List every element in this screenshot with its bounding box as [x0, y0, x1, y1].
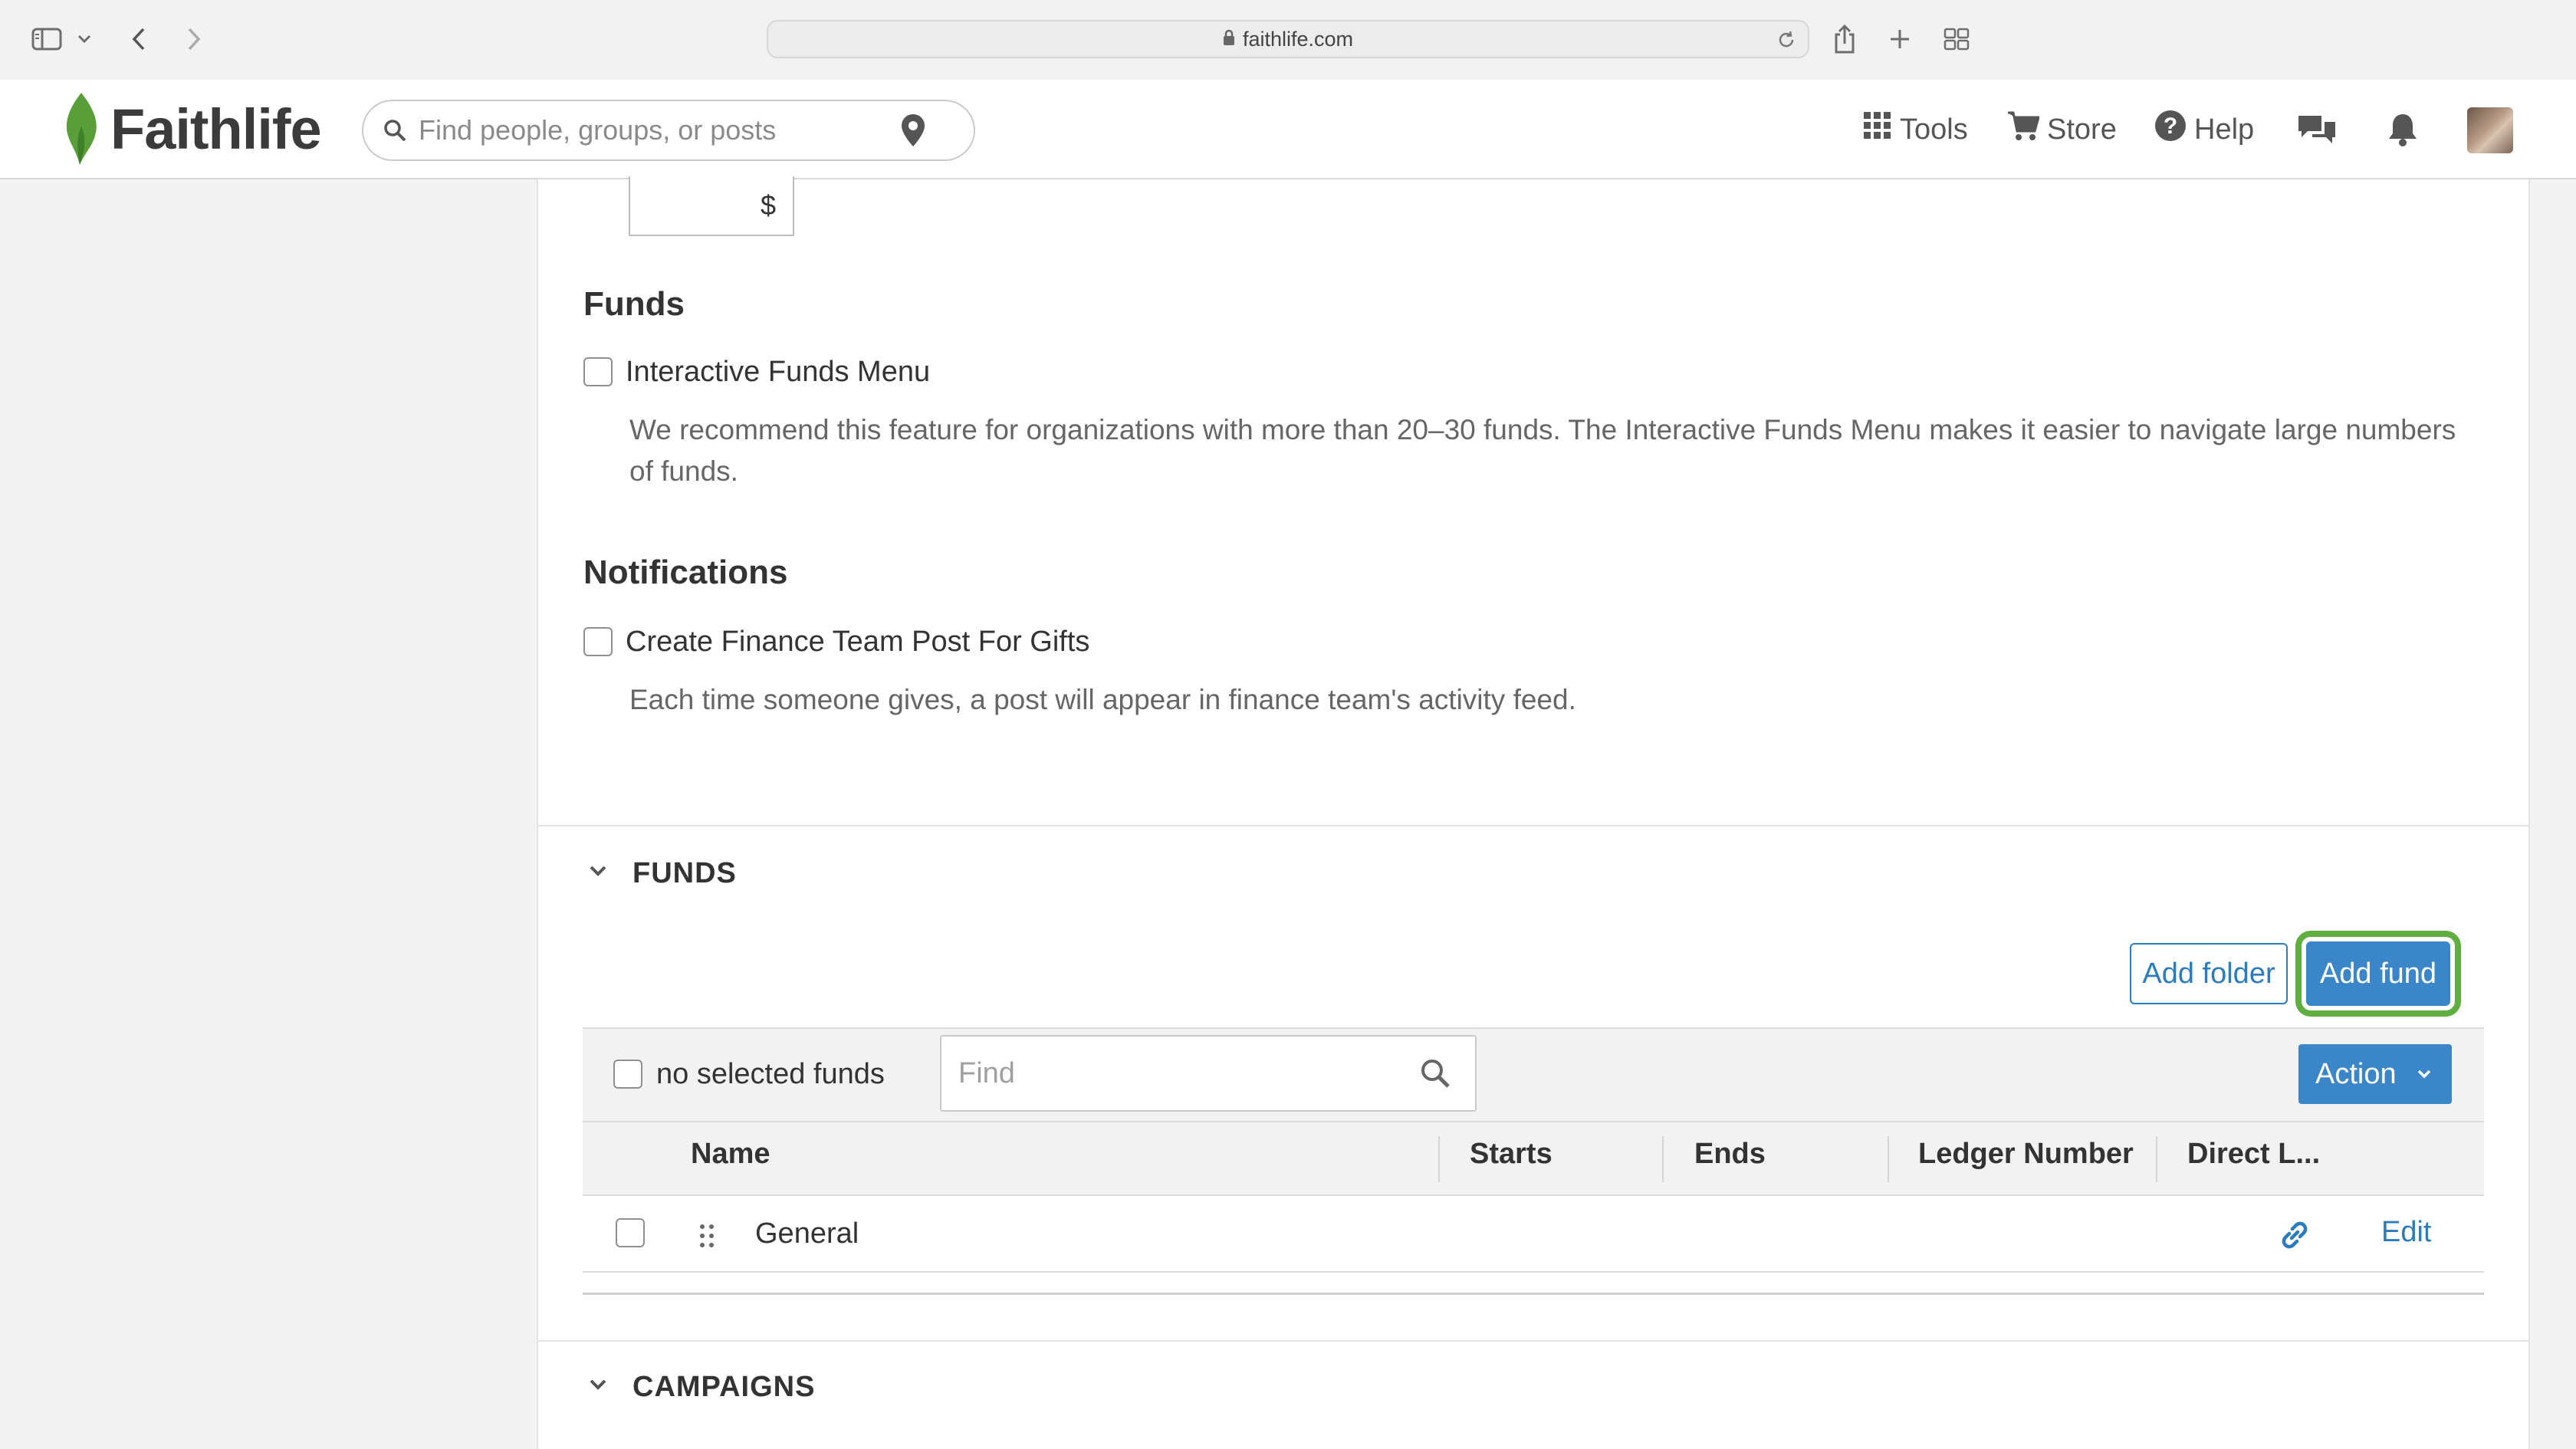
- logo-text: Faithlife: [110, 97, 322, 161]
- edit-fund-link[interactable]: Edit: [2381, 1216, 2431, 1249]
- forward-icon[interactable]: [182, 20, 205, 58]
- nav-tools[interactable]: Tools: [1863, 103, 1968, 156]
- amount-input[interactable]: $: [629, 176, 794, 236]
- selection-count-label: no selected funds: [656, 1058, 885, 1090]
- notifications-bell-icon[interactable]: [2386, 103, 2420, 156]
- leaf-logo-icon: [66, 93, 97, 165]
- column-divider: [2156, 1136, 2157, 1182]
- funds-section-title[interactable]: FUNDS: [632, 857, 737, 890]
- search-input[interactable]: [417, 113, 895, 147]
- column-header-direct-link[interactable]: Direct L...: [2187, 1138, 2320, 1171]
- location-pin-icon[interactable]: [900, 113, 926, 148]
- nav-tools-label: Tools: [1900, 113, 1968, 146]
- column-header-ends[interactable]: Ends: [1694, 1138, 1766, 1171]
- cart-icon: [2007, 110, 2040, 149]
- share-icon[interactable]: [1829, 20, 1860, 58]
- url-text: faithlife.com: [1242, 27, 1354, 51]
- address-bar[interactable]: faithlife.com: [767, 20, 1809, 58]
- nav-help-label: Help: [2194, 113, 2255, 146]
- site-header: Faithlife Tools Store ? Help: [0, 80, 2576, 179]
- table-row: [583, 1196, 2484, 1273]
- column-divider: [1438, 1136, 1440, 1182]
- drag-handle-icon[interactable]: [698, 1222, 716, 1254]
- column-header-name[interactable]: Name: [691, 1138, 770, 1171]
- section-divider: [538, 1340, 2528, 1342]
- row-checkbox[interactable]: [616, 1218, 645, 1247]
- messages-icon[interactable]: [2297, 103, 2337, 156]
- column-divider: [1662, 1136, 1664, 1182]
- add-folder-button[interactable]: Add folder: [2130, 943, 2288, 1004]
- nav-store[interactable]: Store: [2007, 103, 2117, 156]
- notifications-heading: Notifications: [583, 554, 788, 591]
- nav-store-label: Store: [2047, 113, 2117, 146]
- section-divider: [538, 825, 2528, 826]
- nav-help[interactable]: ? Help: [2154, 103, 2254, 156]
- svg-text:?: ?: [2164, 113, 2177, 139]
- help-icon: ?: [2154, 110, 2187, 150]
- column-header-ledger-number[interactable]: Ledger Number: [1918, 1138, 2134, 1171]
- add-fund-button[interactable]: Add fund: [2306, 941, 2450, 1006]
- back-icon[interactable]: [127, 20, 150, 58]
- finance-post-label[interactable]: Create Finance Team Post For Gifts: [626, 626, 1089, 659]
- interactive-funds-menu-desc-2: of funds.: [629, 455, 738, 487]
- grid-icon: [1863, 111, 1892, 148]
- global-search[interactable]: [362, 100, 975, 161]
- search-icon[interactable]: [1420, 1058, 1451, 1089]
- column-divider: [1888, 1136, 1889, 1182]
- faithlife-logo[interactable]: Faithlife: [58, 90, 322, 167]
- chevron-down-icon: [2417, 1069, 2432, 1079]
- action-label: Action: [2315, 1057, 2397, 1090]
- chevron-down-icon[interactable]: [75, 20, 94, 58]
- finance-post-checkbox[interactable]: [583, 627, 613, 656]
- funds-collapse-chevron-icon[interactable]: [589, 865, 607, 881]
- user-avatar[interactable]: [2467, 107, 2513, 153]
- table-bottom-border: [583, 1293, 2484, 1295]
- campaigns-collapse-chevron-icon[interactable]: [589, 1378, 607, 1395]
- tab-overview-icon[interactable]: [1941, 20, 1972, 58]
- lock-icon: [1223, 28, 1235, 51]
- funds-find-field[interactable]: [940, 1035, 1477, 1112]
- funds-heading: Funds: [583, 285, 685, 323]
- select-all-funds-checkbox[interactable]: [613, 1060, 642, 1089]
- finance-post-desc: Each time someone gives, a post will app…: [629, 684, 1576, 715]
- action-dropdown-button[interactable]: Action: [2298, 1044, 2452, 1104]
- search-icon: [383, 119, 406, 142]
- interactive-funds-menu-desc-1: We recommend this feature for organizati…: [629, 414, 2456, 445]
- reload-icon[interactable]: [1776, 29, 1797, 56]
- column-header-starts[interactable]: Starts: [1470, 1138, 1552, 1171]
- link-icon[interactable]: [2277, 1217, 2312, 1257]
- fund-name: General: [755, 1217, 859, 1250]
- sidebar-toggle-icon[interactable]: [29, 20, 64, 58]
- interactive-funds-menu-checkbox[interactable]: [583, 357, 613, 386]
- currency-symbol: $: [760, 189, 776, 221]
- new-tab-icon[interactable]: [1884, 20, 1915, 58]
- interactive-funds-menu-label[interactable]: Interactive Funds Menu: [626, 356, 930, 389]
- browser-toolbar: faithlife.com: [0, 0, 2576, 81]
- campaigns-section-title[interactable]: CAMPAIGNS: [632, 1371, 815, 1404]
- funds-find-input[interactable]: [957, 1056, 1405, 1091]
